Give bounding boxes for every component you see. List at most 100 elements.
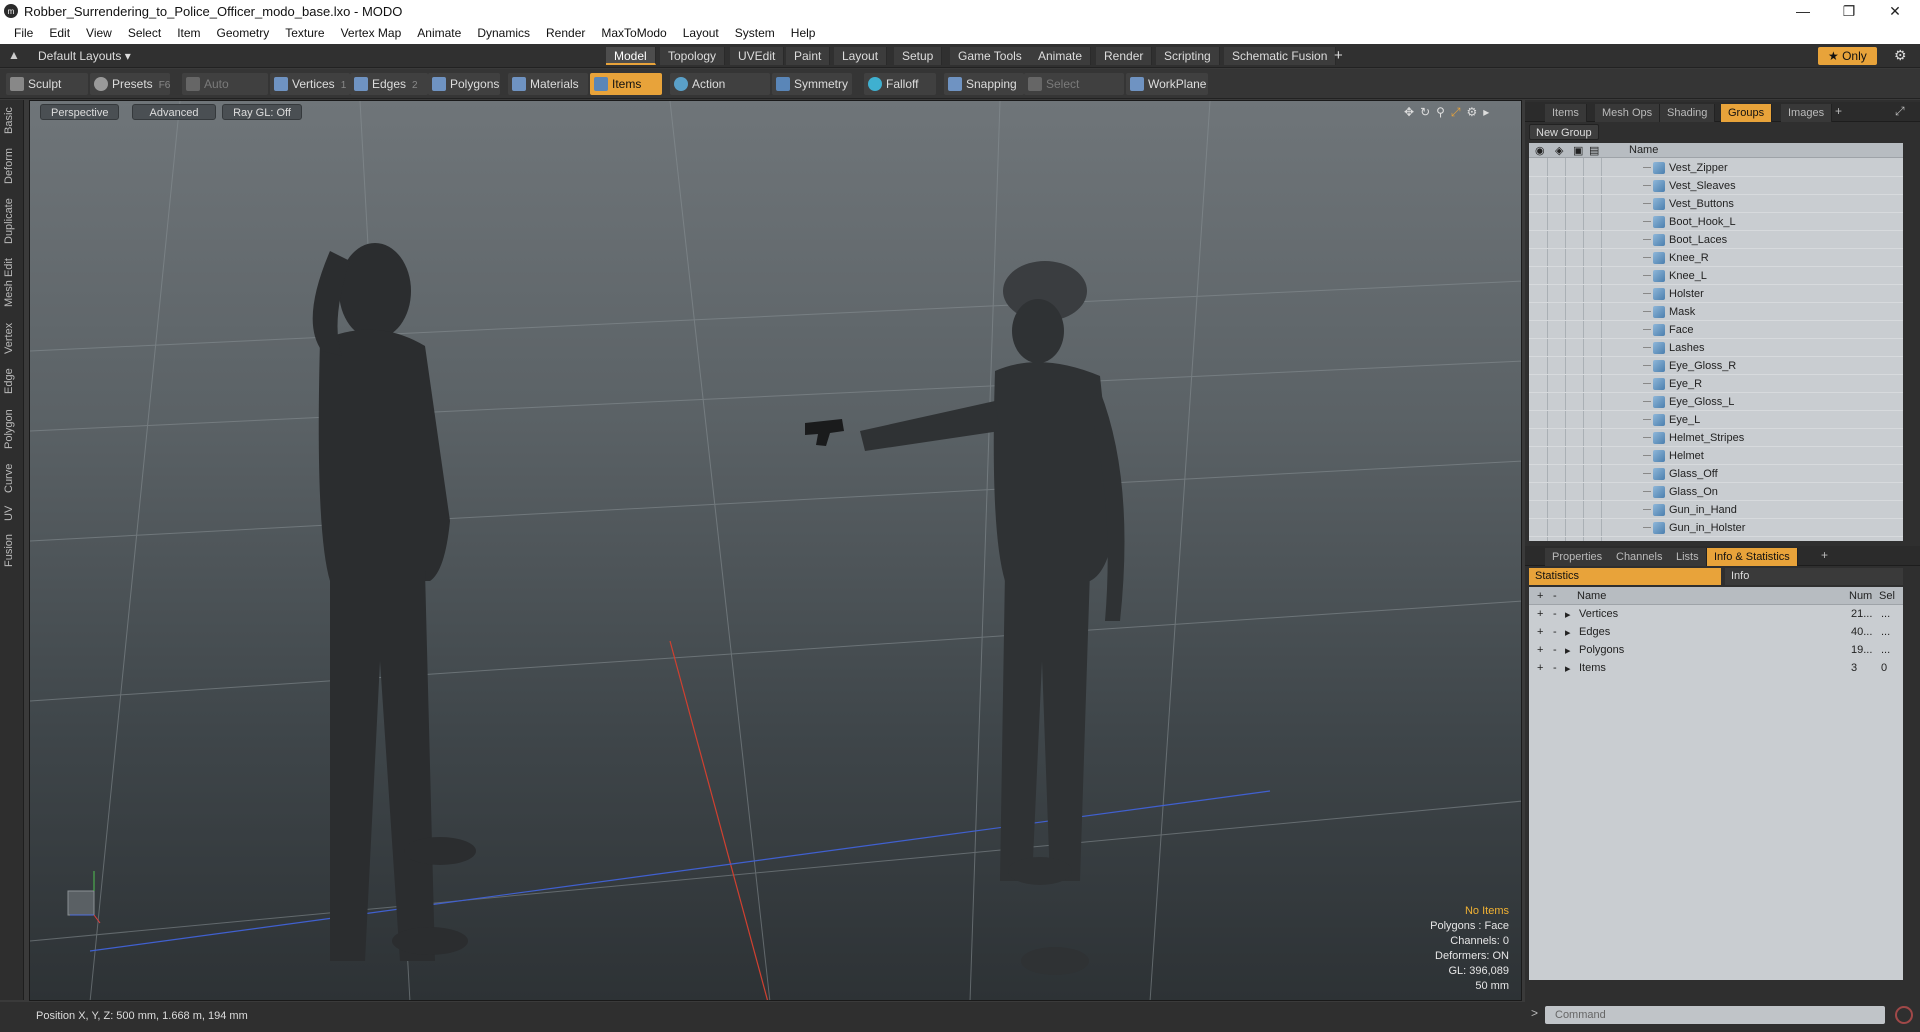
lefttab-mesh-edit[interactable]: Mesh Edit bbox=[3, 256, 21, 310]
tab-mesh-ops[interactable]: Mesh Ops bbox=[1595, 104, 1661, 122]
command-input[interactable]: Command bbox=[1545, 1006, 1885, 1024]
menu-layout[interactable]: Layout bbox=[675, 26, 727, 40]
vertices-button[interactable]: Vertices 1 bbox=[270, 73, 350, 95]
tab-topology[interactable]: Topology bbox=[660, 47, 726, 65]
lefttab-deform[interactable]: Deform bbox=[3, 144, 21, 188]
menu-geometry[interactable]: Geometry bbox=[209, 26, 278, 40]
fit-icon[interactable]: ⤢ bbox=[1451, 105, 1461, 120]
tab-game-tools[interactable]: Game Tools bbox=[950, 47, 1031, 65]
rotate-icon[interactable]: ↻ bbox=[1420, 105, 1430, 120]
group-row[interactable]: Boot_Hook_L bbox=[1529, 213, 1903, 231]
tab-images[interactable]: Images bbox=[1781, 104, 1833, 122]
zoom-icon[interactable]: ⚲ bbox=[1436, 105, 1445, 120]
render-toggle-icon[interactable]: ◈ bbox=[1555, 144, 1563, 157]
lefttab-uv[interactable]: UV bbox=[3, 502, 21, 524]
tab-paint[interactable]: Paint bbox=[786, 47, 831, 65]
group-row[interactable]: Face bbox=[1529, 321, 1903, 339]
lock-toggle-icon[interactable]: ▣ bbox=[1573, 144, 1583, 157]
select-toggle-icon[interactable]: ▤ bbox=[1589, 144, 1599, 157]
remove-icon[interactable]: - bbox=[1553, 608, 1557, 620]
layout-preset-dropdown[interactable]: Default Layouts ▾ bbox=[38, 49, 131, 63]
visibility-eye-icon[interactable]: ◉ bbox=[1535, 144, 1545, 157]
group-row[interactable]: Eye_Gloss_R bbox=[1529, 357, 1903, 375]
tab-setup[interactable]: Setup bbox=[894, 47, 943, 65]
add-tab-icon[interactable]: + bbox=[1334, 47, 1343, 64]
tab-schematic-fusion[interactable]: Schematic Fusion bbox=[1224, 47, 1337, 65]
minimize-icon[interactable]: — bbox=[1780, 0, 1826, 22]
group-row[interactable]: Vest_Buttons bbox=[1529, 195, 1903, 213]
expand-arrow-icon[interactable]: ▸ bbox=[1565, 644, 1571, 657]
tab-lists[interactable]: Lists bbox=[1669, 548, 1707, 566]
stats-row[interactable]: + - ▸ Vertices 21... ... bbox=[1529, 605, 1903, 623]
group-row[interactable]: Vest_Zipper bbox=[1529, 159, 1903, 177]
tab-uvedit[interactable]: UVEdit bbox=[730, 47, 785, 65]
info-subtab[interactable]: Info bbox=[1725, 568, 1903, 585]
menu-texture[interactable]: Texture bbox=[277, 26, 332, 40]
lefttab-basic[interactable]: Basic bbox=[3, 104, 21, 138]
expand-arrow-icon[interactable]: ▸ bbox=[1565, 662, 1571, 675]
view-perspective-dropdown[interactable]: Perspective bbox=[40, 104, 120, 120]
group-row[interactable]: Gun_in_Holster bbox=[1529, 519, 1903, 537]
tab-model[interactable]: Model bbox=[606, 47, 656, 65]
pan-icon[interactable]: ✥ bbox=[1404, 105, 1414, 120]
expand-all-icon[interactable]: + bbox=[1537, 590, 1543, 602]
tab-items[interactable]: Items bbox=[1545, 104, 1587, 122]
add-panel-tab-icon[interactable]: + bbox=[1835, 104, 1842, 118]
stats-row[interactable]: + - ▸ Edges 40... ... bbox=[1529, 623, 1903, 641]
maximize-icon[interactable]: ❐ bbox=[1826, 0, 1872, 22]
tab-shading[interactable]: Shading bbox=[1660, 104, 1716, 122]
menu-help[interactable]: Help bbox=[783, 26, 824, 40]
group-row[interactable]: Holster bbox=[1529, 285, 1903, 303]
record-macro-icon[interactable] bbox=[1895, 1006, 1913, 1024]
lefttab-fusion[interactable]: Fusion bbox=[3, 530, 21, 570]
group-row[interactable]: Gun_in_Hand bbox=[1529, 501, 1903, 519]
falloff-button[interactable]: Falloff bbox=[864, 73, 936, 95]
group-row[interactable]: Glass_Off bbox=[1529, 465, 1903, 483]
add-bottom-tab-icon[interactable]: + bbox=[1821, 548, 1828, 562]
settings-gear-icon[interactable]: ⚙ bbox=[1894, 47, 1907, 64]
group-row[interactable]: Helmet_Stripes bbox=[1529, 429, 1903, 447]
polygons-button[interactable]: Polygons bbox=[428, 73, 500, 95]
lefttab-duplicate[interactable]: Duplicate bbox=[3, 194, 21, 248]
group-row[interactable]: Helmet bbox=[1529, 447, 1903, 465]
lefttab-curve[interactable]: Curve bbox=[3, 460, 21, 496]
menu-dynamics[interactable]: Dynamics bbox=[469, 26, 538, 40]
group-row[interactable]: Knee_R bbox=[1529, 249, 1903, 267]
edges-button[interactable]: Edges 2 bbox=[350, 73, 428, 95]
3d-viewport[interactable]: Perspective Advanced Ray GL: Off ✥ ↻ ⚲ ⤢… bbox=[29, 100, 1522, 1001]
tab-properties[interactable]: Properties bbox=[1545, 548, 1611, 566]
snapping-button[interactable]: Snapping bbox=[944, 73, 1024, 95]
group-row[interactable]: Lashes bbox=[1529, 339, 1903, 357]
expand-arrow-icon[interactable]: ▸ bbox=[1565, 608, 1571, 621]
sculpt-button[interactable]: Sculpt bbox=[6, 73, 88, 95]
menu-view[interactable]: View bbox=[78, 26, 120, 40]
lefttab-vertex[interactable]: Vertex bbox=[3, 318, 21, 358]
group-row[interactable]: Boot_Laces bbox=[1529, 231, 1903, 249]
tab-animate[interactable]: Animate bbox=[1030, 47, 1092, 65]
remove-icon[interactable]: - bbox=[1553, 626, 1557, 638]
auto-select-button[interactable]: Auto Select bbox=[182, 73, 268, 113]
action-center-button[interactable]: Action Center bbox=[670, 73, 770, 113]
materials-button[interactable]: Materials bbox=[508, 73, 588, 95]
tab-render[interactable]: Render bbox=[1096, 47, 1153, 65]
panel-expand-icon[interactable]: ⤢ bbox=[1895, 104, 1905, 119]
statistics-subtab[interactable]: Statistics bbox=[1529, 568, 1721, 585]
remove-icon[interactable]: - bbox=[1553, 644, 1557, 656]
menu-render[interactable]: Render bbox=[538, 26, 593, 40]
add-icon[interactable]: + bbox=[1537, 644, 1543, 656]
group-row[interactable]: Glass_On bbox=[1529, 483, 1903, 501]
collapse-all-icon[interactable]: - bbox=[1553, 590, 1557, 602]
lefttab-polygon[interactable]: Polygon bbox=[3, 404, 21, 454]
group-row[interactable]: Eye_L bbox=[1529, 411, 1903, 429]
expand-arrow-icon[interactable]: ▸ bbox=[1565, 626, 1571, 639]
items-button[interactable]: Items bbox=[590, 73, 662, 95]
shading-mode-dropdown[interactable]: Advanced bbox=[132, 104, 216, 120]
tab-scripting[interactable]: Scripting bbox=[1156, 47, 1220, 65]
close-icon[interactable]: ✕ bbox=[1872, 0, 1918, 22]
menu-file[interactable]: File bbox=[6, 26, 41, 40]
workplane-button[interactable]: WorkPlane bbox=[1126, 73, 1208, 95]
tab-info-statistics[interactable]: Info & Statistics bbox=[1707, 548, 1798, 566]
tab-channels[interactable]: Channels bbox=[1609, 548, 1671, 566]
menu-item[interactable]: Item bbox=[169, 26, 208, 40]
viewport-expand-icon[interactable]: ▸ bbox=[1483, 105, 1489, 120]
